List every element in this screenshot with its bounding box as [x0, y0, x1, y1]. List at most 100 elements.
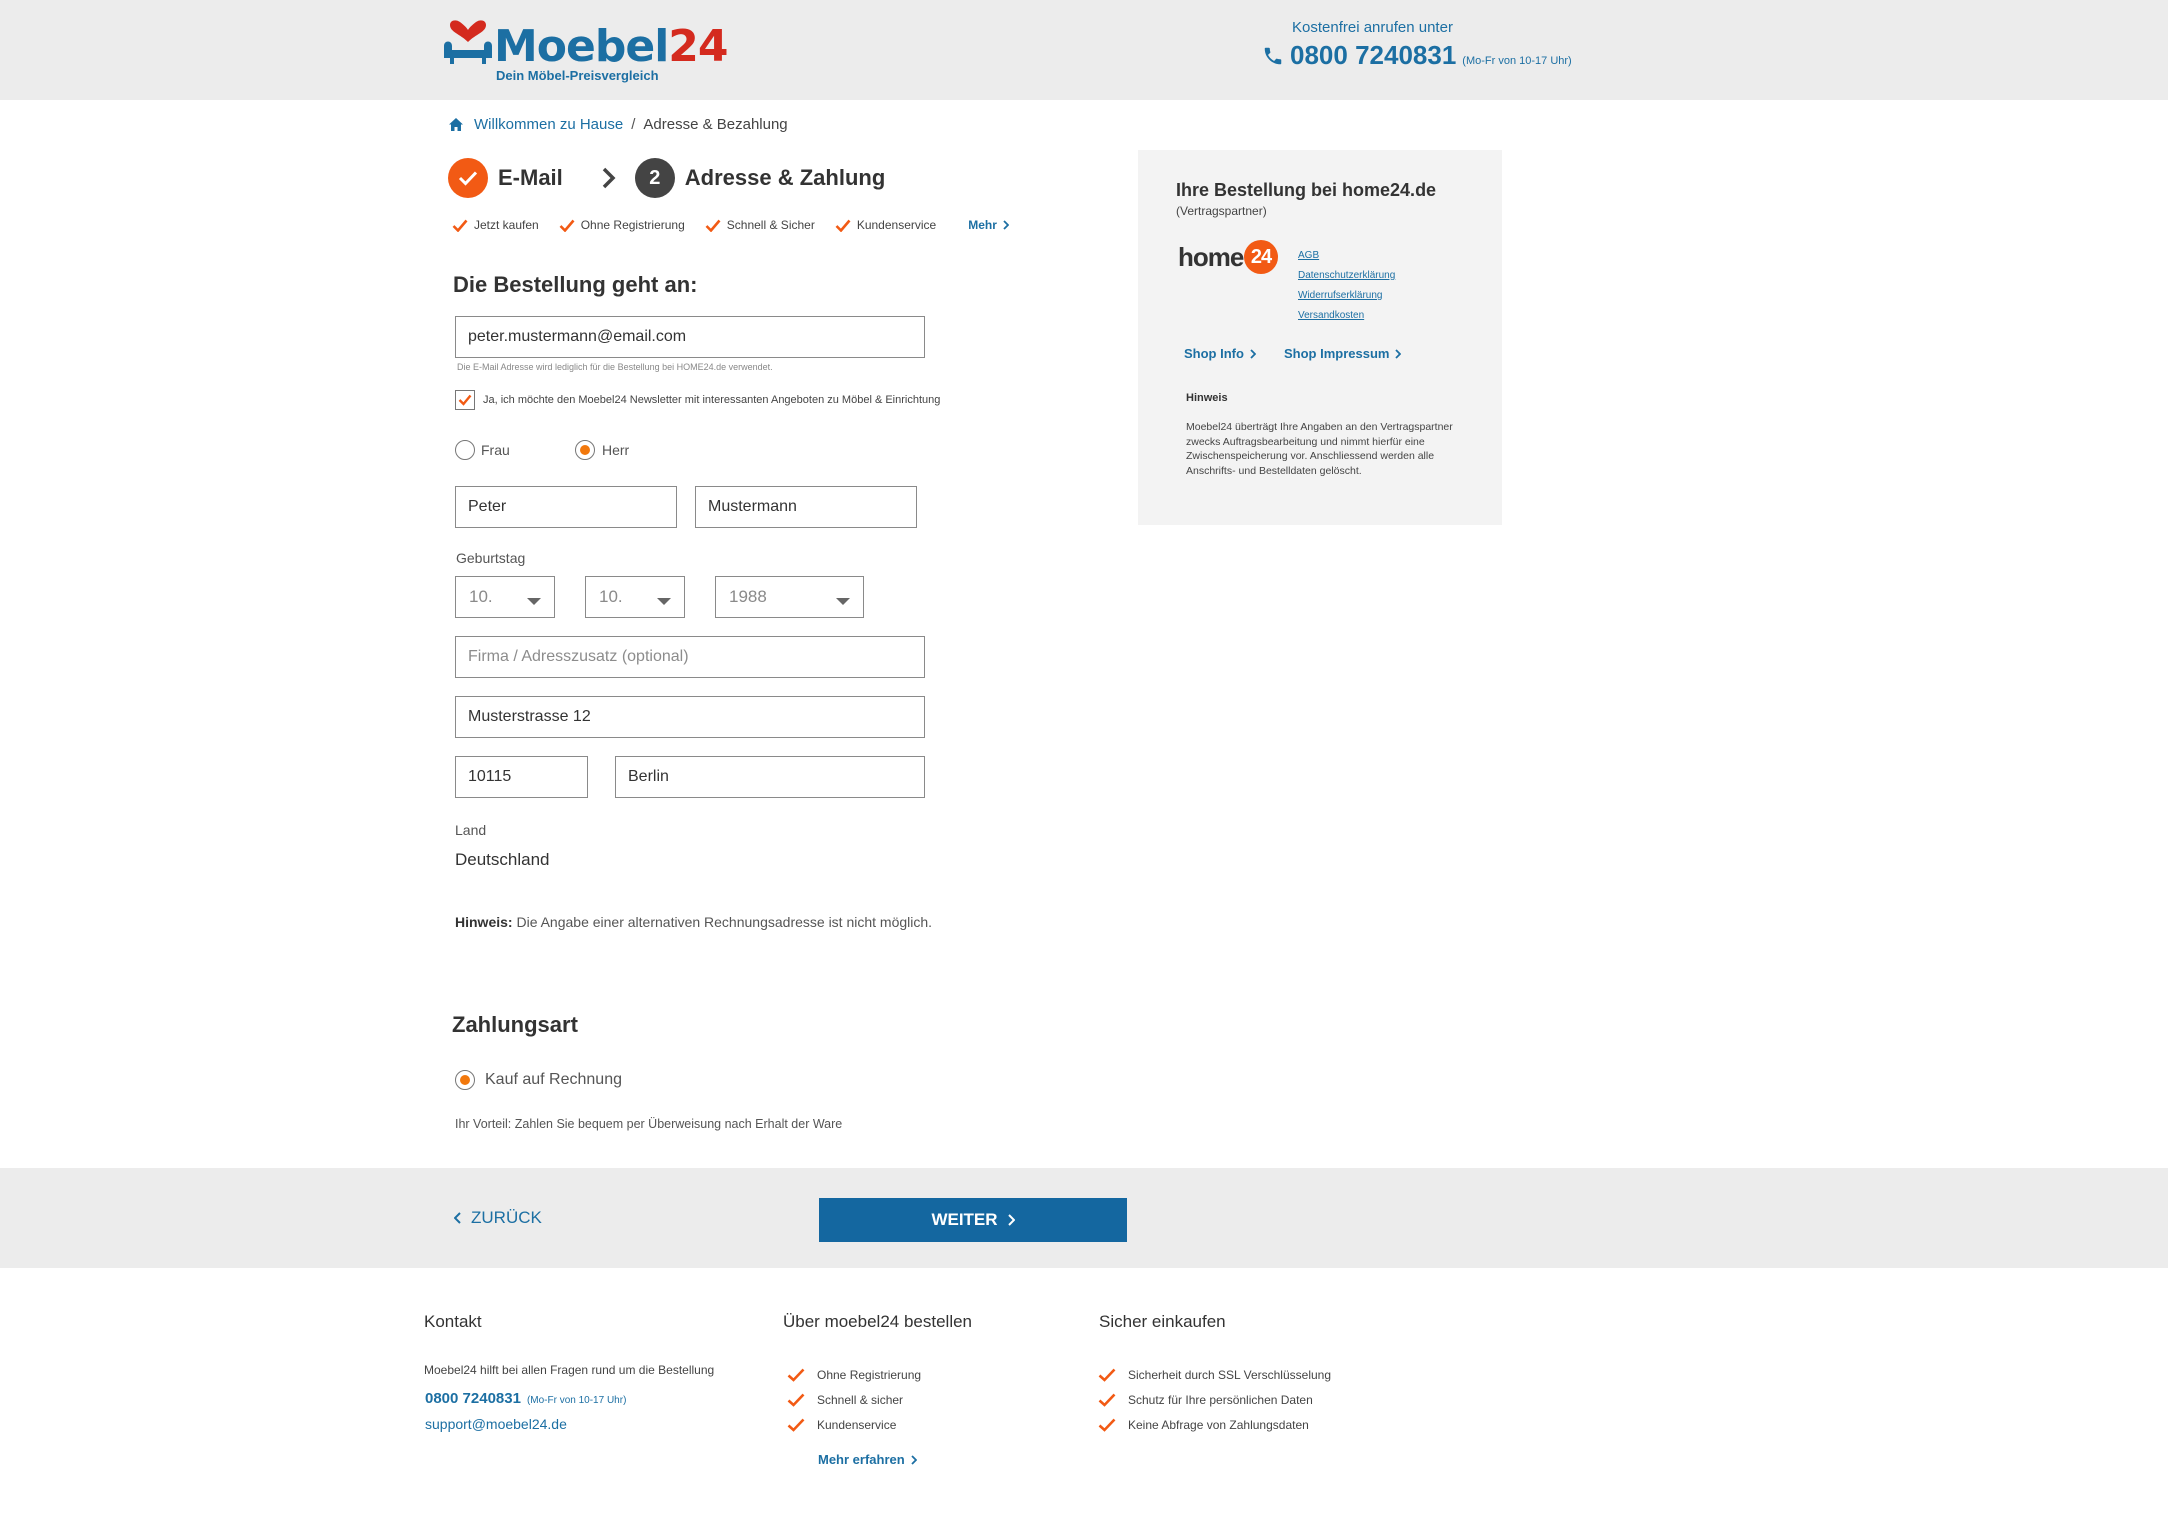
- list-item: Sicherheit durch SSL Verschlüsselung: [1098, 1362, 1331, 1387]
- last-name-field[interactable]: Mustermann: [695, 486, 917, 528]
- payment-advantage: Ihr Vorteil: Zahlen Sie bequem per Überw…: [455, 1117, 843, 1131]
- benefits-bar: Jetzt kaufen Ohne Registrierung Schnell …: [452, 218, 1009, 232]
- chevron-right-icon: [1003, 220, 1009, 230]
- caret-down-icon: [836, 598, 850, 605]
- newsletter-checkbox[interactable]: [455, 390, 475, 410]
- order-summary-sidebar: Ihre Bestellung bei home24.de (Vertragsp…: [1138, 150, 1502, 525]
- legal-links: AGB Datenschutzerklärung Widerrufserklär…: [1298, 246, 1395, 326]
- shop-impressum-link[interactable]: Shop Impressum: [1284, 346, 1402, 361]
- footer-more-link[interactable]: Mehr erfahren: [818, 1452, 917, 1467]
- newsletter-label: Ja, ich möchte den Moebel24 Newsletter m…: [483, 394, 941, 406]
- sofa-heart-logo-icon: [444, 20, 492, 64]
- shop-info-link[interactable]: Shop Info: [1184, 346, 1256, 361]
- country-value: Deutschland: [455, 850, 550, 869]
- footer-phone-number[interactable]: 0800 7240831: [425, 1390, 521, 1407]
- birthday-label: Geburtstag: [456, 550, 526, 566]
- breadcrumb-current: Adresse & Bezahlung: [643, 116, 788, 133]
- footer-order-title: Über moebel24 bestellen: [783, 1312, 973, 1331]
- birth-month-value: 10.: [599, 587, 623, 606]
- back-button-label: ZURÜCK: [471, 1208, 542, 1227]
- benefits-more-link[interactable]: Mehr: [968, 218, 1009, 232]
- breadcrumb: Willkommen zu Hause / Adresse & Bezahlun…: [448, 116, 788, 133]
- birth-year-value: 1988: [729, 587, 767, 606]
- salutation-herr-label: Herr: [602, 442, 630, 458]
- breadcrumb-home-link[interactable]: Willkommen zu Hause: [474, 116, 623, 133]
- list-item-label: Ohne Registrierung: [817, 1367, 922, 1382]
- shipping-costs-link[interactable]: Versandkosten: [1298, 306, 1395, 326]
- list-item-label: Kundenservice: [817, 1417, 897, 1432]
- breadcrumb-separator: /: [631, 116, 636, 133]
- hotline-hours: (Mo-Fr von 10-17 Uhr): [1462, 55, 1572, 67]
- address-note-label: Hinweis:: [455, 914, 513, 930]
- orange-check-icon: [835, 219, 851, 232]
- list-item: Kundenservice: [787, 1412, 921, 1437]
- country-label: Land: [455, 822, 487, 838]
- chevron-right-icon: [602, 167, 616, 189]
- form-title: Die Bestellung geht an:: [453, 272, 698, 297]
- payment-title: Zahlungsart: [452, 1012, 578, 1037]
- street-field[interactable]: Musterstrasse 12: [455, 696, 925, 738]
- shop-info-label: Shop Info: [1184, 346, 1244, 361]
- salutation-herr-radio[interactable]: [575, 440, 595, 460]
- email-field[interactable]: peter.mustermann@email.com: [455, 316, 925, 358]
- step-email-label[interactable]: E-Mail: [498, 165, 563, 191]
- zip-field[interactable]: 10115: [455, 756, 588, 798]
- payment-invoice-radio[interactable]: [455, 1070, 475, 1090]
- home24-logo: home 24: [1178, 240, 1278, 274]
- agb-link[interactable]: AGB: [1298, 246, 1395, 266]
- sidebar-title: Ihre Bestellung bei home24.de: [1176, 180, 1437, 200]
- footer-contact-text: Moebel24 hilft bei allen Fragen rund um …: [424, 1363, 715, 1377]
- benefit-label: Schnell & Sicher: [726, 218, 815, 232]
- footer-order-list: Ohne Registrierung Schnell & sicher Kund…: [787, 1362, 921, 1437]
- sidebar-hint-title: Hinweis: [1186, 392, 1228, 404]
- hotline: Kostenfrei anrufen unter 0800 7240831 (M…: [1262, 18, 1572, 71]
- list-item-label: Sicherheit durch SSL Verschlüsselung: [1128, 1367, 1332, 1382]
- salutation-frau-radio[interactable]: [455, 440, 475, 460]
- list-item: Schutz für Ihre persönlichen Daten: [1098, 1387, 1331, 1412]
- footer-phone-hours: (Mo-Fr von 10-17 Uhr): [526, 1395, 627, 1406]
- birth-month-select[interactable]: 10.: [585, 576, 685, 618]
- checkout-steps: E-Mail 2 Adresse & Zahlung: [448, 158, 885, 198]
- list-item: Ohne Registrierung: [787, 1362, 921, 1387]
- header-bar: Moebel24 Dein Möbel-Preisvergleich Koste…: [0, 0, 2168, 100]
- chevron-right-icon: [911, 1454, 917, 1465]
- home-icon[interactable]: [448, 117, 464, 132]
- next-button[interactable]: WEITER: [819, 1198, 1127, 1242]
- benefit-item: Schnell & Sicher: [705, 218, 815, 232]
- home24-logo-badge: 24: [1244, 240, 1278, 274]
- footer-more-label: Mehr erfahren: [818, 1452, 905, 1467]
- sidebar-subtitle: (Vertragspartner): [1176, 204, 1267, 218]
- moebel24-logo[interactable]: Moebel24 Dein Möbel-Preisvergleich: [440, 20, 729, 84]
- list-item: Keine Abfrage von Zahlungsdaten: [1098, 1412, 1331, 1437]
- home24-logo-word: home: [1178, 242, 1244, 272]
- benefit-item: Jetzt kaufen: [452, 218, 539, 232]
- orange-check-icon: [452, 219, 468, 232]
- caret-down-icon: [527, 598, 541, 605]
- step-address-badge: 2: [634, 158, 675, 198]
- birth-day-select[interactable]: 10.: [455, 576, 555, 618]
- orange-check-icon: [787, 1393, 805, 1407]
- benefit-label: Kundenservice: [856, 218, 937, 232]
- orange-check-icon: [787, 1418, 805, 1432]
- action-bar: ZURÜCK WEITER: [0, 1168, 2168, 1268]
- city-field[interactable]: Berlin: [615, 756, 925, 798]
- payment-invoice-label: Kauf auf Rechnung: [485, 1071, 622, 1088]
- hotline-number[interactable]: 0800 7240831: [1290, 40, 1456, 71]
- benefit-label: Ohne Registrierung: [580, 218, 685, 232]
- chevron-right-icon: [1395, 348, 1402, 359]
- birth-year-select[interactable]: 1988: [715, 576, 864, 618]
- footer-email-link[interactable]: support@moebel24.de: [425, 1416, 567, 1432]
- withdrawal-link[interactable]: Widerrufserklärung: [1298, 286, 1395, 306]
- chevron-right-icon: [1007, 1214, 1015, 1226]
- company-field[interactable]: Firma / Adresszusatz (optional): [455, 636, 925, 678]
- footer-secure-list: Sicherheit durch SSL Verschlüsselung Sch…: [1098, 1362, 1331, 1437]
- logo-tagline: Dein Möbel-Preisvergleich: [496, 68, 659, 83]
- back-button[interactable]: ZURÜCK: [454, 1208, 542, 1228]
- address-note-text: Die Angabe einer alternativen Rechnungsa…: [516, 914, 933, 930]
- benefit-item: Ohne Registrierung: [559, 218, 685, 232]
- chevron-left-icon: [454, 1212, 461, 1224]
- first-name-field[interactable]: Peter: [455, 486, 677, 528]
- email-hint: Die E-Mail Adresse wird lediglich für di…: [457, 362, 773, 372]
- privacy-link[interactable]: Datenschutzerklärung: [1298, 266, 1395, 286]
- shop-impressum-label: Shop Impressum: [1284, 346, 1390, 361]
